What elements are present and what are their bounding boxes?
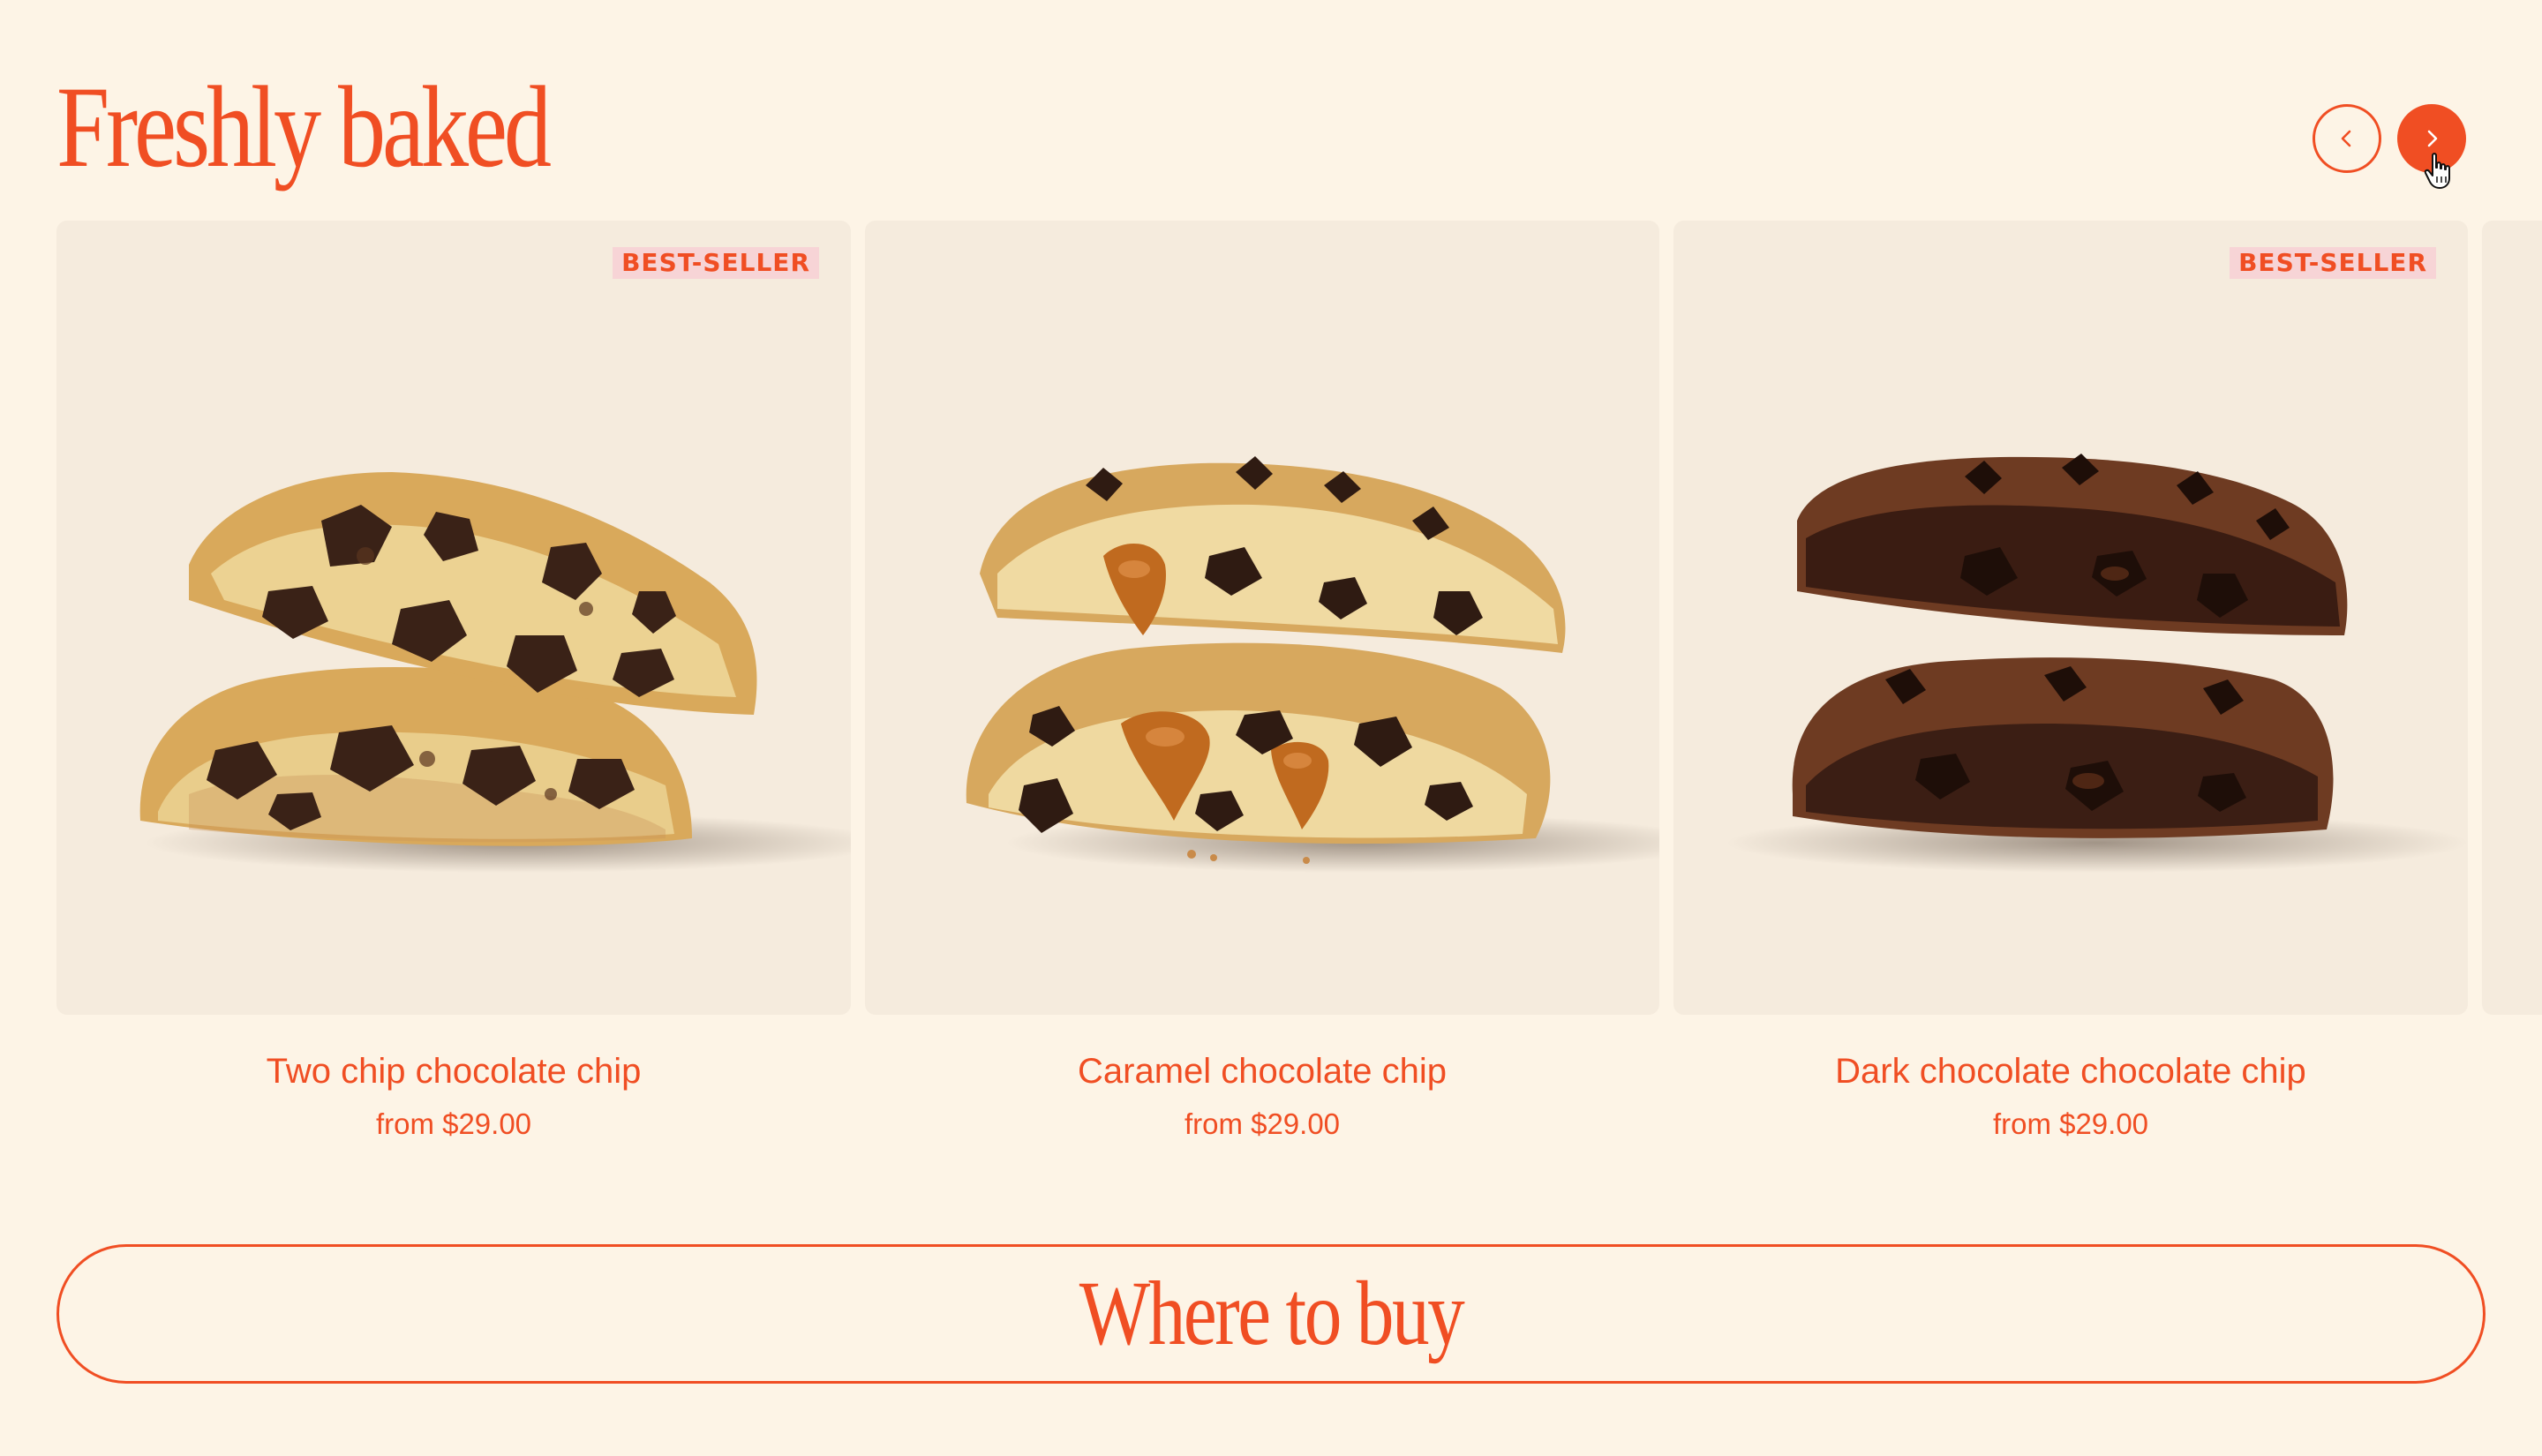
carousel-prev-button[interactable]: [2313, 104, 2381, 173]
product-card-caramel[interactable]: Caramel chocolate chip from $29.00: [865, 221, 1659, 1142]
section-title: Freshly baked: [56, 62, 552, 191]
best-seller-badge: BEST-SELLER: [613, 247, 819, 279]
cookie-dark-chocolate-photo: [1726, 454, 2468, 873]
cookie-two-chip-photo: [139, 472, 851, 873]
product-card-dark-chocolate[interactable]: BEST-SELLER Dark chocolate chocolate chi…: [1673, 221, 2468, 1142]
product-name[interactable]: Two chip chocolate chip: [56, 1050, 851, 1092]
product-carousel: BEST-SELLER Two chip chocolate chip from…: [0, 221, 2542, 1156]
product-image-caramel[interactable]: [865, 221, 1659, 1015]
chevron-right-icon: [2427, 130, 2438, 147]
product-image-two-chip[interactable]: BEST-SELLER: [56, 221, 851, 1015]
product-image-peek[interactable]: [2482, 221, 2542, 1015]
hand-cursor-icon: [2424, 153, 2450, 189]
product-price: from $29.00: [375, 1107, 532, 1140]
product-card-peek[interactable]: [2482, 221, 2542, 1015]
product-image-dark-chocolate[interactable]: BEST-SELLER: [1673, 221, 2468, 1015]
where-to-buy-button[interactable]: Where to buy: [56, 1244, 2486, 1384]
product-price: from $29.00: [1992, 1107, 2149, 1140]
cookie-caramel-photo: [966, 456, 1659, 873]
product-name[interactable]: Dark chocolate chocolate chip: [1673, 1050, 2468, 1092]
product-price: from $29.00: [1184, 1107, 1341, 1140]
product-section: Freshly baked BEST-SELLER Two chip choco…: [0, 0, 2542, 1456]
product-name[interactable]: Caramel chocolate chip: [865, 1050, 1659, 1092]
best-seller-badge: BEST-SELLER: [2230, 247, 2436, 279]
product-card-two-chip[interactable]: BEST-SELLER Two chip chocolate chip from…: [56, 221, 851, 1142]
where-to-buy-label: Where to buy: [1079, 1263, 1465, 1364]
chevron-left-icon: [2341, 130, 2351, 147]
